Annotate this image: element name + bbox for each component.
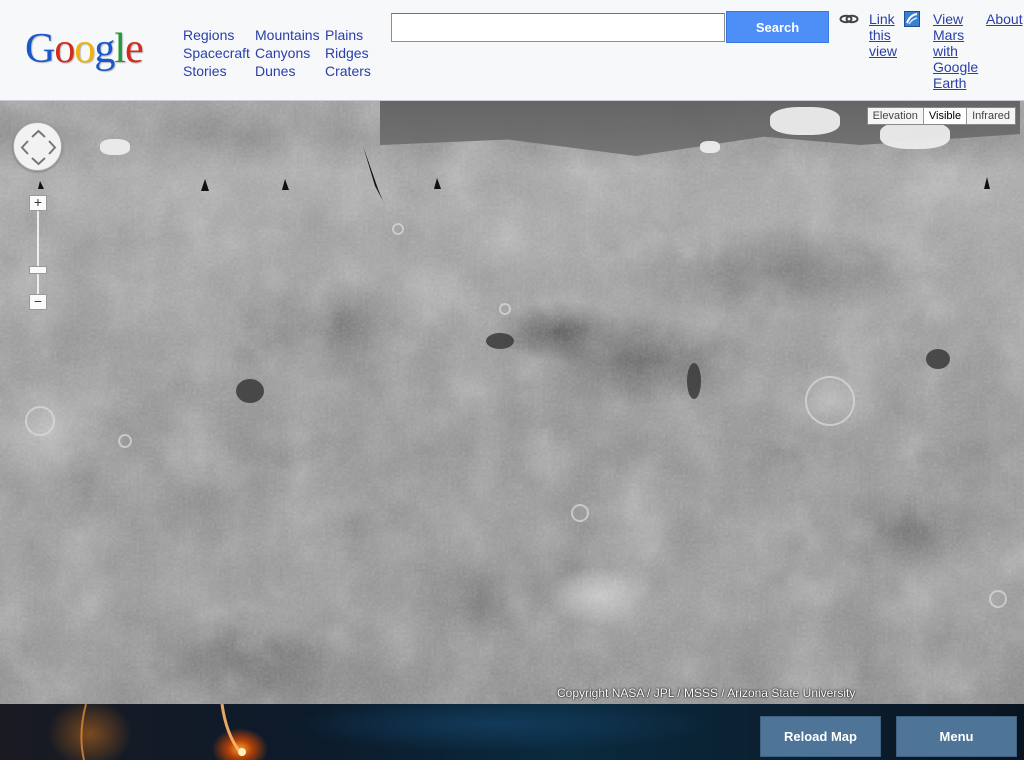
mars-terrain-texture	[0, 101, 1024, 704]
logo-letter: o	[74, 26, 95, 72]
map-copyright: Copyright NASA / JPL / MSSS / Arizona St…	[557, 686, 856, 700]
zoom-slider-handle[interactable]	[29, 266, 47, 274]
google-earth-icon[interactable]	[904, 11, 920, 27]
layer-option-visible[interactable]: Visible	[922, 108, 967, 124]
nav-column-2: Mountains Canyons Dunes	[255, 26, 320, 80]
nav-link-canyons[interactable]: Canyons	[255, 44, 320, 62]
map-layer-toggle: Elevation Visible Infrared	[866, 107, 1016, 125]
logo-letter: G	[25, 26, 55, 72]
pan-control[interactable]	[13, 122, 62, 171]
polar-ice-patch	[700, 141, 720, 153]
chain-link-icon[interactable]	[839, 12, 859, 26]
mars-map[interactable]: Elevation Visible Infrared + − Copyright…	[0, 101, 1024, 704]
polar-ice-patch	[880, 121, 950, 149]
reload-map-button[interactable]: Reload Map	[760, 716, 881, 757]
pan-arrows-icon	[20, 129, 57, 166]
nav-link-stories[interactable]: Stories	[183, 62, 250, 80]
nav-link-plains[interactable]: Plains	[325, 26, 371, 44]
link-this-view[interactable]: Link this view	[869, 11, 899, 59]
logo-letter: o	[54, 26, 75, 72]
nav-column-1: Regions Spacecraft Stories	[183, 26, 250, 80]
layer-option-elevation[interactable]: Elevation	[867, 108, 923, 124]
nav-link-spacecraft[interactable]: Spacecraft	[183, 44, 250, 62]
nav-column-3: Plains Ridges Craters	[325, 26, 371, 80]
nav-link-dunes[interactable]: Dunes	[255, 62, 320, 80]
logo-letter: g	[94, 26, 115, 72]
about-link[interactable]: About	[986, 11, 1023, 27]
zoom-out-button[interactable]: −	[29, 294, 47, 310]
polar-ice-patch	[770, 107, 840, 135]
zoom-in-button[interactable]: +	[29, 195, 47, 211]
nav-link-regions[interactable]: Regions	[183, 26, 250, 44]
search-input[interactable]	[391, 13, 725, 42]
zoom-slider-track[interactable]	[37, 209, 39, 295]
view-in-google-earth-link[interactable]: View Mars with Google Earth	[933, 11, 979, 91]
google-logo[interactable]: Google	[25, 26, 144, 72]
logo-letter: l	[114, 26, 126, 72]
logo-letter: e	[125, 26, 144, 72]
footer-bar: Reload Map Menu	[0, 704, 1024, 760]
header-bar: Google Regions Spacecraft Stories Mounta…	[0, 0, 1024, 101]
polar-ice-patch	[100, 139, 130, 155]
nav-link-ridges[interactable]: Ridges	[325, 44, 371, 62]
nav-link-craters[interactable]: Craters	[325, 62, 371, 80]
nav-link-mountains[interactable]: Mountains	[255, 26, 320, 44]
search-button[interactable]: Search	[726, 11, 829, 43]
menu-button[interactable]: Menu	[896, 716, 1017, 757]
layer-option-infrared[interactable]: Infrared	[966, 108, 1015, 124]
